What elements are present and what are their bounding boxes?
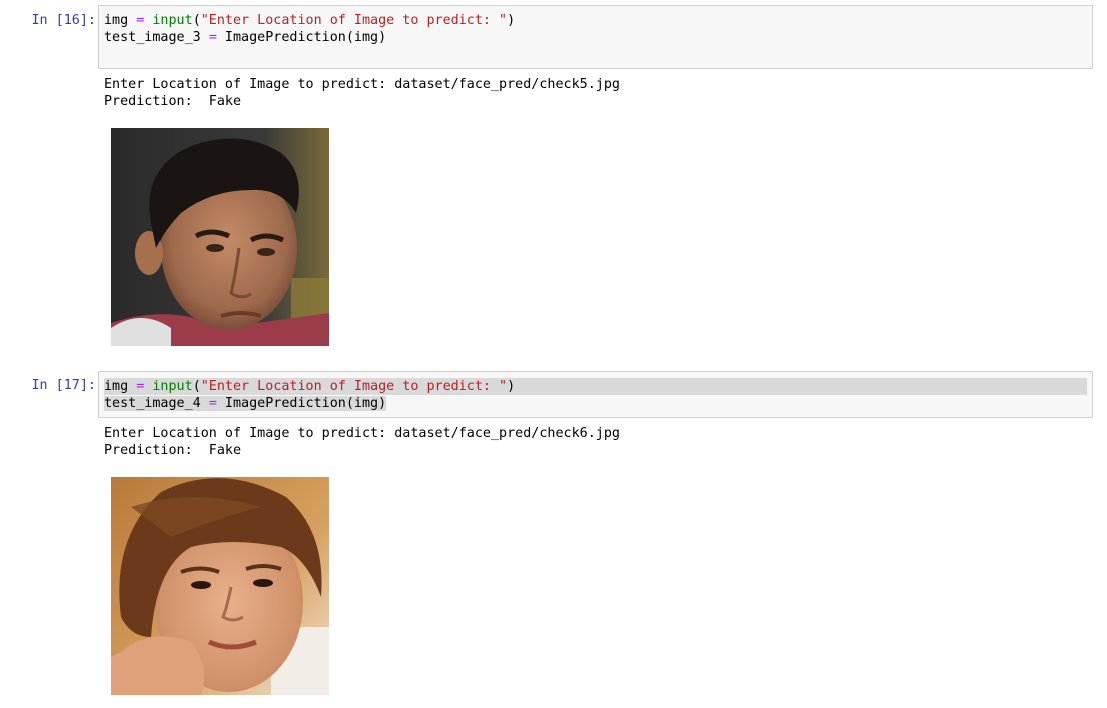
code-token-builtin: input bbox=[152, 13, 193, 28]
cell-17-output-line-1: Enter Location of Image to predict: data… bbox=[104, 426, 620, 441]
code-token-paren: ( bbox=[192, 13, 201, 28]
code-token-call: ImagePrediction(img) bbox=[216, 30, 387, 45]
code-token-var: test_image_4 bbox=[104, 396, 209, 411]
code-token-operator: = bbox=[208, 396, 217, 411]
cell-17-code-line-2[interactable]: test_image_4 = ImagePrediction(img) bbox=[104, 395, 1087, 412]
cell-17-output-line-2: Prediction: Fake bbox=[104, 443, 242, 458]
code-token-var: test_image_3 bbox=[104, 30, 209, 45]
code-token-var: img bbox=[104, 379, 137, 394]
code-token-operator: = bbox=[208, 30, 217, 45]
cell-16-code-editor[interactable]: img = input("Enter Location of Image to … bbox=[98, 5, 1093, 69]
face-photo-woman bbox=[111, 477, 329, 695]
code-token-string: "Enter Location of Image to predict: " bbox=[200, 379, 508, 394]
code-token-paren: ) bbox=[507, 379, 516, 394]
code-token-call: ImagePrediction(img) bbox=[216, 396, 387, 411]
notebook: In [16]: img = input("Enter Location of … bbox=[0, 0, 1107, 708]
cell-16-output-image bbox=[111, 128, 329, 346]
cell-17-prompt: In [17]: bbox=[31, 378, 97, 393]
code-selection: test_image_4 = ImagePrediction(img) bbox=[104, 396, 387, 411]
cell-16-code-line-2[interactable]: test_image_3 = ImagePrediction(img) bbox=[104, 29, 1087, 46]
cell-16-output-line-1: Enter Location of Image to predict: data… bbox=[104, 77, 620, 92]
code-token-paren: ( bbox=[192, 379, 201, 394]
code-token-builtin: input bbox=[152, 379, 193, 394]
cell-17-output-image bbox=[111, 477, 329, 695]
cell-16-output-line-2: Prediction: Fake bbox=[104, 94, 242, 109]
code-token-paren: ) bbox=[507, 13, 516, 28]
code-token-string: "Enter Location of Image to predict: " bbox=[200, 13, 508, 28]
code-token-var: img bbox=[104, 13, 137, 28]
cell-16-code-line-1[interactable]: img = input("Enter Location of Image to … bbox=[104, 12, 1087, 29]
face-photo-man bbox=[111, 128, 329, 346]
cell-17-code-line-1[interactable]: img = input("Enter Location of Image to … bbox=[104, 378, 1087, 395]
cell-16-prompt: In [16]: bbox=[31, 13, 97, 28]
cell-17-code-editor[interactable]: img = input("Enter Location of Image to … bbox=[98, 371, 1093, 418]
